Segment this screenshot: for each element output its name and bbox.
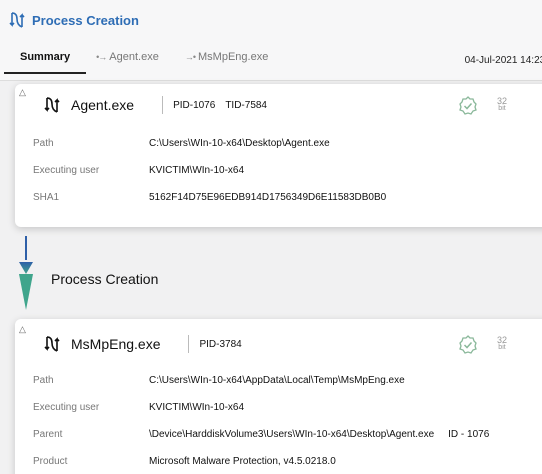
detail-label: Path	[33, 138, 54, 149]
divider	[188, 335, 190, 353]
tid: TID-7584	[225, 99, 267, 111]
process-ids: PID-3784	[199, 339, 251, 350]
detail-label: Path	[33, 375, 54, 386]
shield-check-icon	[458, 335, 478, 355]
parent-id: ID - 1076	[448, 429, 490, 440]
bitness-badge: 32 bit	[497, 336, 507, 352]
detail-value: KVICTIM\WIn-10-x64	[149, 165, 245, 176]
arrow-right-icon: →•	[184, 52, 196, 62]
triangle-up-icon[interactable]: △	[19, 324, 26, 335]
connector-arrow-icon	[19, 236, 33, 310]
shield-check-icon	[458, 96, 478, 116]
detail-row-path: Path C:\Users\WIn-10-x64\AppData\Local\T…	[33, 375, 405, 386]
detail-value: C:\Users\WIn-10-x64\Desktop\Agent.exe	[149, 138, 330, 149]
tab-bar: Summary •→ Agent.exe →• MsMpEng.exe	[3, 51, 294, 74]
tab-summary[interactable]: Summary	[3, 51, 87, 74]
tab-msmpeng[interactable]: →• MsMpEng.exe	[185, 51, 268, 63]
pid: PID-1076	[173, 99, 216, 111]
detail-label: Product	[33, 456, 68, 467]
detail-value: \Device\HarddiskVolume3\Users\WIn-10-x64…	[149, 429, 489, 440]
process-card-msmpeng: △ MsMpEng.exe PID-3784 32 bit Path C:\Us…	[15, 319, 542, 474]
header-divider	[0, 80, 542, 81]
process-ids: PID-1076 TID-7584	[173, 100, 277, 111]
detail-row-parent: Parent \Device\HarddiskVolume3\Users\WIn…	[33, 429, 489, 440]
detail-row-product: Product Microsoft Malware Protection, v4…	[33, 456, 336, 467]
bitness-value: 32	[497, 96, 508, 106]
bitness-value: 32	[497, 335, 508, 345]
tab-label: Agent.exe	[109, 51, 159, 63]
bitness-unit: bit	[498, 105, 506, 112]
process-name: MsMpEng.exe	[71, 336, 161, 352]
detail-value: KVICTIM\WIn-10-x64	[149, 402, 245, 413]
page-title: Process Creation	[32, 12, 139, 28]
detail-value: C:\Users\WIn-10-x64\AppData\Local\Temp\M…	[149, 375, 405, 386]
arrow-right-icon: •→	[96, 52, 107, 62]
bitness-badge: 32 bit	[497, 97, 507, 113]
detail-value: 5162F14D75E96EDB914D1756349D6E11583DB0B0	[149, 192, 387, 203]
process-fork-icon	[43, 335, 61, 353]
detail-row-user: Executing user KVICTIM\WIn-10-x64	[33, 165, 244, 176]
detail-row-sha1: SHA1 5162F14D75E96EDB914D1756349D6E11583…	[33, 192, 386, 203]
bitness-unit: bit	[498, 344, 506, 351]
detail-row-user: Executing user KVICTIM\WIn-10-x64	[33, 402, 244, 413]
detail-row-path: Path C:\Users\WIn-10-x64\Desktop\Agent.e…	[33, 138, 330, 149]
detail-label: Executing user	[33, 165, 100, 176]
timestamp: 04-Jul-2021 14:23:	[464, 55, 542, 66]
detail-label: Parent	[33, 429, 63, 440]
process-card-header: MsMpEng.exe PID-3784	[43, 335, 252, 353]
pid: PID-3784	[199, 338, 242, 350]
header-bar: Process Creation Summary •→ Agent.exe →•…	[0, 0, 542, 80]
divider	[162, 96, 164, 114]
process-card-header: Agent.exe PID-1076 TID-7584	[43, 96, 277, 114]
tab-agent[interactable]: •→ Agent.exe	[96, 51, 159, 63]
header-title-row: Process Creation	[8, 11, 139, 29]
connector-title: Process Creation	[51, 271, 159, 287]
tab-label: Summary	[20, 51, 71, 63]
process-card-agent: △ Agent.exe PID-1076 TID-7584 32 bit Path…	[15, 84, 542, 227]
process-fork-icon	[43, 96, 61, 114]
detail-label: Executing user	[33, 402, 100, 413]
detail-value: Microsoft Malware Protection, v4.5.0218.…	[149, 456, 336, 467]
tab-label: MsMpEng.exe	[198, 51, 269, 63]
parent-path: \Device\HarddiskVolume3\Users\WIn-10-x64…	[149, 429, 435, 440]
triangle-up-icon[interactable]: △	[19, 87, 26, 98]
detail-label: SHA1	[33, 192, 60, 203]
process-fork-icon	[8, 11, 26, 29]
process-name: Agent.exe	[71, 97, 135, 113]
